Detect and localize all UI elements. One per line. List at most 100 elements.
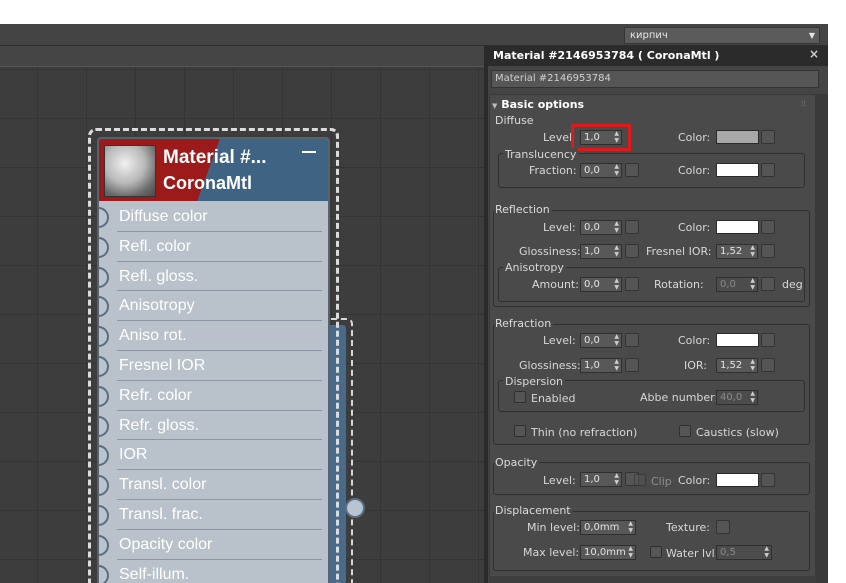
refl-level-spinner[interactable]: 0,0 ▲ ▼ [580, 220, 622, 235]
close-icon[interactable]: × [809, 47, 823, 65]
refr-color-map-button[interactable] [761, 333, 775, 347]
opacity-color-swatch[interactable] [716, 473, 759, 487]
node-header[interactable]: Material #... CoronaMtl [99, 139, 328, 201]
fraction-spinner[interactable]: 0,0 ▲ ▼ [580, 163, 622, 178]
next-rollout[interactable] [489, 576, 816, 583]
texture-map-button[interactable] [716, 520, 730, 534]
refl-level-map-button[interactable] [625, 220, 639, 234]
refr-color-swatch[interactable] [716, 333, 759, 347]
node-slot[interactable]: Refl. gloss. [99, 263, 328, 293]
input-socket[interactable] [99, 564, 109, 583]
refl-color-swatch[interactable] [716, 220, 759, 234]
node-slot[interactable]: Transl. color [99, 471, 328, 501]
spinner-arrows-icon[interactable]: ▲ ▼ [614, 358, 619, 372]
material-dropdown[interactable]: кирпич ▼ [624, 27, 820, 44]
node-slot[interactable]: Transl. frac. [99, 501, 328, 531]
input-socket[interactable] [99, 534, 109, 556]
node-slot-label: Transl. color [119, 476, 207, 494]
spinner-arrows-icon[interactable]: ▲ ▼ [628, 545, 633, 559]
slot-divider [117, 349, 322, 351]
ior-map-button[interactable] [761, 358, 775, 372]
refl-gloss-map-button[interactable] [625, 244, 639, 258]
refr-gloss-spinner[interactable]: 1,0 ▲ ▼ [580, 358, 622, 373]
fresnel-spinner[interactable]: 1,52 ▲ ▼ [716, 244, 758, 259]
material-name-field[interactable]: Material #2146953784 [491, 70, 819, 88]
ior-label: IOR: [684, 359, 707, 372]
refl-color-map-button[interactable] [761, 220, 775, 234]
refr-level-spinner[interactable]: 0,0 ▲ ▼ [580, 333, 622, 348]
node-slots: Diffuse color Refl. color Refl. gloss. Anis… [99, 203, 328, 583]
node-slot[interactable]: Refr. gloss. [99, 412, 328, 442]
input-socket[interactable] [99, 475, 109, 497]
refr-gloss-map-button[interactable] [625, 358, 639, 372]
material-node[interactable]: Material #... CoronaMtl Diffuse color Ref… [88, 128, 339, 583]
caustics-checkbox[interactable] [679, 425, 691, 437]
node-slot[interactable]: IOR [99, 441, 328, 471]
fresnel-map-button[interactable] [761, 244, 775, 258]
deg-label: deg [782, 278, 803, 291]
spinner-arrows-icon[interactable]: ▲ ▼ [614, 244, 619, 258]
translucency-map-button[interactable] [761, 163, 775, 177]
opacity-color-map-button[interactable] [761, 473, 775, 487]
ior-spinner[interactable]: 1,52 ▲ ▼ [716, 358, 758, 373]
rotation-map-button[interactable] [761, 277, 775, 291]
water-level-spinner[interactable]: 0,5 ▲ ▼ [716, 545, 772, 560]
node-slot[interactable]: Fresnel IOR [99, 352, 328, 382]
max-level-spinner[interactable]: 10,0mm ▲ ▼ [580, 545, 636, 560]
spinner-arrows-icon[interactable]: ▲ ▼ [750, 277, 755, 291]
collapse-icon[interactable] [302, 151, 316, 153]
amount-spinner[interactable]: 0,0 ▲ ▼ [580, 277, 622, 292]
refr-level-map-button[interactable] [625, 333, 639, 347]
amount-map-button[interactable] [625, 277, 639, 291]
spinner-arrows-icon[interactable]: ▲ ▼ [614, 472, 619, 486]
rollout-header[interactable]: ▼ Basic options [492, 98, 584, 111]
input-socket[interactable] [99, 266, 109, 288]
refraction-section-label: Refraction [495, 317, 554, 330]
node-slot[interactable]: Diffuse color [99, 203, 328, 233]
grip-icon[interactable]: ⁞⁞ [801, 99, 806, 108]
input-socket[interactable] [99, 445, 109, 467]
input-socket[interactable] [99, 326, 109, 348]
refl-gloss-spinner[interactable]: 1,0 ▲ ▼ [580, 244, 622, 259]
opacity-level-spinner[interactable]: 1,0 ▲ ▼ [580, 472, 622, 487]
node-slot[interactable]: Refr. color [99, 382, 328, 412]
translucency-color-swatch[interactable] [716, 163, 759, 177]
clip-checkbox[interactable] [634, 474, 646, 486]
node-slot[interactable]: Anisotropy [99, 292, 328, 322]
input-socket[interactable] [99, 415, 109, 437]
spinner-arrows-icon[interactable]: ▲ ▼ [750, 244, 755, 258]
node-slot-label: Anisotropy [119, 297, 195, 315]
input-socket[interactable] [99, 296, 109, 318]
input-socket[interactable] [99, 355, 109, 377]
material-preview-sphere [104, 145, 156, 197]
abbe-spinner[interactable]: 40,0 ▲ ▼ [716, 390, 758, 405]
spinner-arrows-icon[interactable]: ▲ ▼ [614, 220, 619, 234]
diffuse-map-button[interactable] [761, 130, 775, 144]
enabled-checkbox[interactable] [514, 391, 526, 403]
input-socket[interactable] [99, 236, 109, 258]
thin-checkbox[interactable] [514, 425, 526, 437]
input-socket[interactable] [99, 207, 109, 228]
diffuse-color-swatch[interactable] [716, 130, 759, 144]
spinner-arrows-icon[interactable]: ▲ ▼ [614, 277, 619, 291]
water-level-checkbox[interactable] [650, 546, 662, 558]
spinner-arrows-icon[interactable]: ▲ ▼ [628, 520, 633, 534]
anisotropy-label: Anisotropy [503, 261, 566, 274]
output-socket[interactable] [345, 498, 365, 518]
rotation-spinner[interactable]: 0,0 ▲ ▼ [716, 277, 758, 292]
spinner-arrows-icon[interactable]: ▲ ▼ [750, 358, 755, 372]
input-socket[interactable] [99, 504, 109, 526]
spinner-arrows-icon[interactable]: ▲ ▼ [764, 545, 769, 559]
node-slot[interactable]: Opacity color [99, 531, 328, 561]
node-slot[interactable]: Aniso rot. [99, 322, 328, 352]
node-slot[interactable]: Self-illum. [99, 561, 328, 583]
spinner-arrows-icon[interactable]: ▲ ▼ [750, 390, 755, 404]
panel-scrollbar[interactable] [816, 94, 828, 583]
spinner-arrows-icon[interactable]: ▲ ▼ [614, 333, 619, 347]
fraction-map-button[interactable] [625, 163, 639, 177]
node-view-header [0, 46, 484, 67]
node-slot[interactable]: Refl. color [99, 233, 328, 263]
spinner-arrows-icon[interactable]: ▲ ▼ [614, 163, 619, 177]
input-socket[interactable] [99, 385, 109, 407]
min-level-spinner[interactable]: 0,0mm ▲ ▼ [580, 520, 636, 535]
